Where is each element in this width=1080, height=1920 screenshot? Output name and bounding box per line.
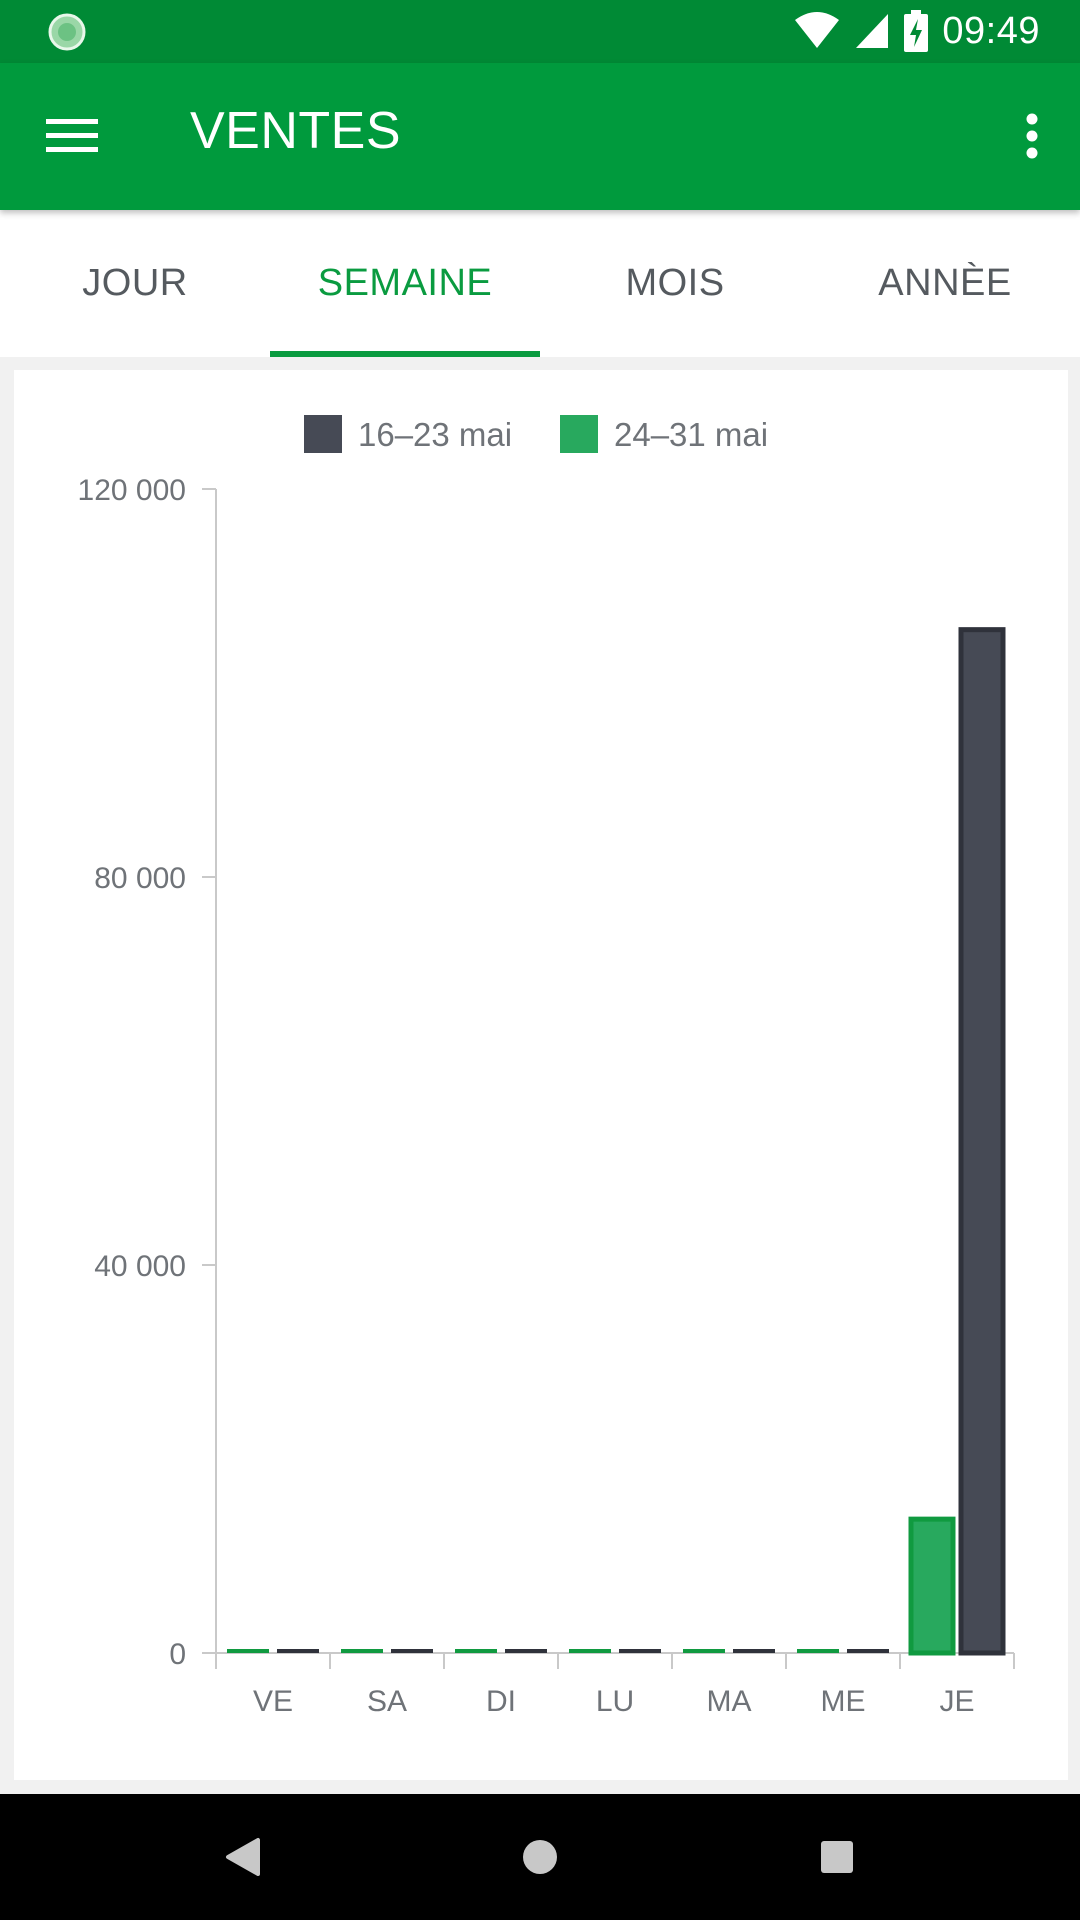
x-tick-label: ME [821, 1685, 866, 1718]
bar-baseline [341, 1649, 383, 1653]
bar-baseline [391, 1649, 433, 1653]
y-tick-label: 120 000 [78, 474, 186, 507]
legend-label: 16–23 mai [358, 416, 512, 453]
bar-baseline [847, 1649, 889, 1653]
home-circle-icon [523, 1840, 557, 1874]
bar-baseline [227, 1649, 269, 1653]
y-tick-label: 0 [169, 1638, 186, 1671]
status-right-group: 09:49 [794, 8, 1040, 54]
bar-baseline [277, 1649, 319, 1653]
page-title: VENTES [190, 102, 402, 160]
bar-baseline [683, 1649, 725, 1653]
more-vert-icon [1026, 113, 1038, 159]
x-tick-label: LU [596, 1685, 634, 1718]
bar-baseline [733, 1649, 775, 1653]
bar-baseline [797, 1649, 839, 1653]
bar-baseline [505, 1649, 547, 1653]
recents-button[interactable] [802, 1822, 872, 1892]
legend-swatch [304, 415, 342, 453]
bar [908, 1516, 956, 1656]
status-bar: 09:49 [0, 0, 1080, 63]
battery-charging-icon [904, 10, 929, 52]
bar [958, 627, 1006, 1656]
x-tick-label: VE [253, 1685, 293, 1718]
tab-semaine[interactable]: SEMAINE [270, 210, 540, 357]
y-tick-label: 80 000 [94, 862, 186, 895]
tab-mois[interactable]: MOIS [540, 210, 810, 357]
x-tick-label: JE [939, 1685, 974, 1718]
hamburger-menu-icon [46, 119, 98, 152]
home-button[interactable] [505, 1822, 575, 1892]
sales-chart-card: 16–23 mai 24–31 mai 0 40 000 80 000 120 000 VE… [14, 370, 1068, 1780]
back-triangle-icon [226, 1838, 260, 1876]
menu-button[interactable] [28, 96, 116, 176]
app-bar: VENTES [0, 63, 1080, 210]
period-tabs: JOUR SEMAINE MOIS ANNÈE [0, 210, 1080, 357]
system-nav-bar [0, 1794, 1080, 1920]
bar-baseline [619, 1649, 661, 1653]
x-tick-label: DI [486, 1685, 516, 1718]
wifi-icon [795, 12, 840, 48]
tab-jour[interactable]: JOUR [0, 210, 270, 357]
x-tick-label: MA [707, 1685, 752, 1718]
status-time: 09:49 [942, 9, 1040, 52]
x-tick-label: SA [367, 1685, 407, 1718]
bar-baseline [569, 1649, 611, 1653]
cell-signal-icon [856, 14, 889, 48]
sales-bar-chart: 16–23 mai 24–31 mai 0 40 000 80 000 120 000 VE… [78, 415, 1015, 1718]
legend-label: 24–31 mai [614, 416, 768, 453]
legend-swatch [560, 415, 598, 453]
back-button[interactable] [208, 1822, 278, 1892]
recents-square-icon [821, 1841, 853, 1873]
overflow-menu-button[interactable] [1002, 96, 1062, 176]
tab-annee[interactable]: ANNÈE [810, 210, 1080, 357]
sync-status-icon [48, 13, 86, 51]
y-tick-label: 40 000 [94, 1250, 186, 1283]
bar-baseline [455, 1649, 497, 1653]
